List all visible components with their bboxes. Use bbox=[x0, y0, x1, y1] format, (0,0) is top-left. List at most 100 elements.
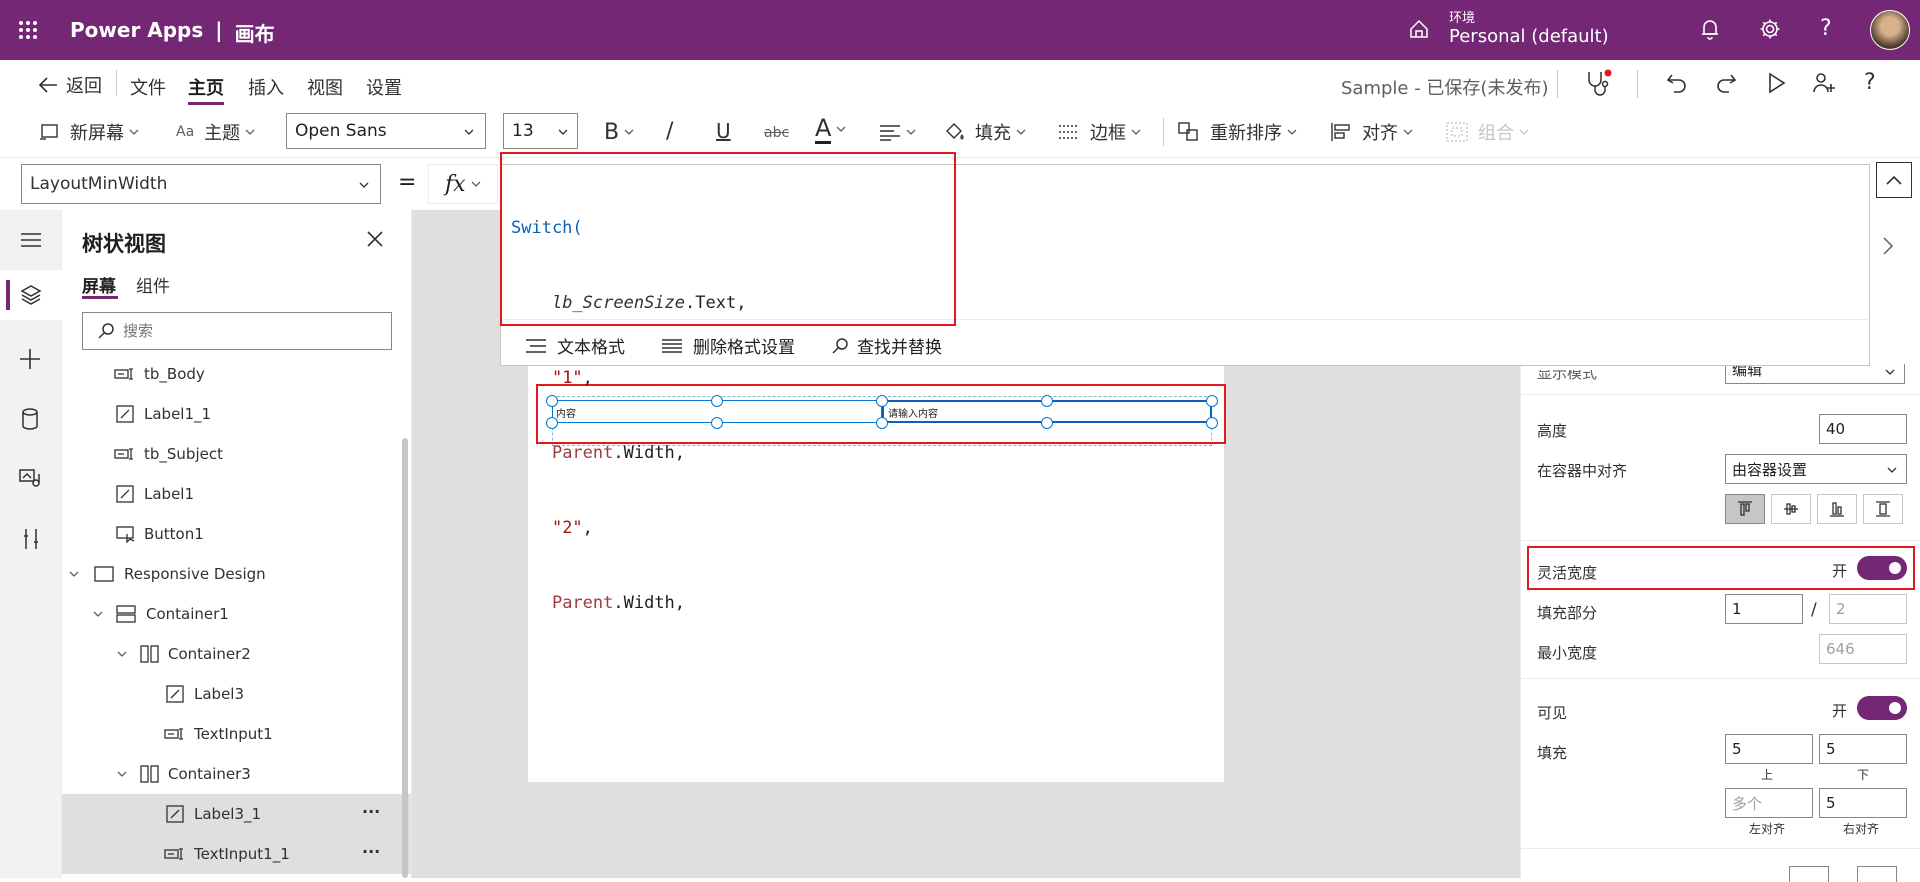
font-color-button[interactable]: A bbox=[815, 114, 847, 144]
rail-tree-view[interactable] bbox=[0, 270, 62, 320]
environment-picker[interactable]: 环境 Personal (default) bbox=[1449, 7, 1609, 47]
property-select[interactable]: LayoutMinWidth bbox=[21, 164, 381, 204]
group-label: 组合 bbox=[1478, 123, 1514, 144]
border-button[interactable]: 边框 bbox=[1058, 117, 1142, 147]
tree-item-label1-1[interactable]: Label1_1 bbox=[62, 394, 411, 434]
menu-settings[interactable]: 设置 bbox=[366, 74, 402, 100]
padding-left-input[interactable]: 多个 bbox=[1725, 788, 1813, 818]
app-launcher-icon[interactable] bbox=[18, 20, 38, 40]
menu-home[interactable]: 主页 bbox=[188, 74, 224, 100]
collapse-formula-button[interactable] bbox=[1876, 162, 1912, 198]
height-input[interactable]: 40 bbox=[1819, 414, 1907, 444]
tools-icon[interactable] bbox=[21, 528, 41, 550]
chevron-down-icon bbox=[69, 571, 79, 577]
back-button[interactable]: 返回 bbox=[38, 72, 102, 98]
tree-item-button1[interactable]: Button1 bbox=[62, 514, 411, 554]
align-middle-icon bbox=[1784, 503, 1798, 515]
undo-icon[interactable] bbox=[1666, 72, 1688, 94]
redo-icon[interactable] bbox=[1715, 72, 1737, 94]
align-button[interactable]: 对齐 bbox=[1330, 117, 1414, 147]
chevron-down-icon bbox=[1287, 129, 1297, 135]
find-replace-button[interactable]: 查找并替换 bbox=[831, 333, 942, 358]
chevron-down-icon bbox=[1131, 129, 1141, 135]
tree-item-responsive-design[interactable]: Responsive Design bbox=[62, 554, 411, 594]
code-token: Parent bbox=[551, 593, 614, 613]
theme-button[interactable]: Aa 主题 bbox=[176, 117, 256, 147]
tree-item-container1[interactable]: Container1 bbox=[62, 594, 411, 634]
bold-button[interactable]: B bbox=[604, 117, 635, 147]
align-stretch-button[interactable] bbox=[1863, 494, 1903, 524]
tree-search[interactable] bbox=[82, 312, 392, 350]
divider bbox=[1521, 540, 1920, 541]
code-token: "1" bbox=[551, 368, 583, 388]
text-align-button[interactable] bbox=[879, 117, 917, 147]
close-icon[interactable] bbox=[366, 230, 384, 248]
database-icon[interactable] bbox=[21, 408, 39, 430]
partial-button[interactable] bbox=[1857, 866, 1897, 882]
media-icon[interactable] bbox=[19, 468, 41, 488]
hamburger-icon[interactable] bbox=[20, 232, 42, 248]
align-top-button[interactable] bbox=[1725, 494, 1765, 524]
tree-item-textinput1-1[interactable]: TextInput1_1 ··· bbox=[62, 834, 411, 874]
padding-bottom-input[interactable]: 5 bbox=[1819, 734, 1907, 764]
align-middle-button[interactable] bbox=[1771, 494, 1811, 524]
theme-icon: Aa bbox=[176, 124, 195, 140]
reorder-button[interactable]: 重新排序 bbox=[1178, 117, 1298, 147]
divider bbox=[1637, 70, 1638, 98]
code-token: .Width, bbox=[613, 593, 686, 613]
visible-label: 可见 bbox=[1537, 704, 1568, 722]
tree-item-label3[interactable]: Label3 bbox=[62, 674, 411, 714]
help-icon[interactable]: ? bbox=[1820, 16, 1832, 41]
font-size-select[interactable]: 13 bbox=[503, 113, 578, 149]
more-options-icon[interactable]: ··· bbox=[362, 842, 380, 861]
app-checker-icon[interactable] bbox=[1584, 68, 1614, 98]
tree-item-label: Responsive Design bbox=[124, 565, 266, 583]
tree-item-tb-subject[interactable]: tb_Subject bbox=[62, 434, 411, 474]
font-select[interactable]: Open Sans bbox=[286, 113, 486, 149]
border-label: 边框 bbox=[1090, 123, 1126, 144]
bell-icon[interactable] bbox=[1700, 18, 1720, 40]
tree-search-input[interactable] bbox=[123, 322, 383, 340]
menu-file[interactable]: 文件 bbox=[130, 74, 166, 100]
text-format-button[interactable]: 文本格式 bbox=[525, 333, 625, 358]
play-icon[interactable] bbox=[1766, 72, 1786, 94]
fill-button[interactable]: 填充 bbox=[943, 117, 1027, 147]
back-label: 返回 bbox=[66, 76, 102, 97]
share-icon[interactable] bbox=[1812, 72, 1836, 94]
padding-top-input[interactable]: 5 bbox=[1725, 734, 1813, 764]
remove-format-button[interactable]: 删除格式设置 bbox=[661, 333, 795, 358]
app-mode: 画布 bbox=[234, 22, 275, 46]
plus-icon[interactable] bbox=[19, 348, 41, 370]
align-in-container-select[interactable]: 由容器设置 bbox=[1725, 454, 1907, 484]
environment-icon bbox=[1408, 18, 1430, 40]
tree-item-container3[interactable]: Container3 bbox=[62, 754, 411, 794]
underline-button[interactable]: U bbox=[716, 116, 731, 146]
fill-portions-input[interactable]: 1 bbox=[1725, 594, 1803, 624]
avatar[interactable] bbox=[1870, 10, 1910, 50]
italic-button[interactable]: / bbox=[666, 116, 673, 146]
menu-insert[interactable]: 插入 bbox=[248, 74, 284, 100]
strikethrough-button[interactable]: abc bbox=[764, 118, 789, 148]
tree-item-tb-body[interactable]: tb_Body bbox=[62, 354, 411, 394]
tree-item-label3-1[interactable]: Label3_1 ··· bbox=[62, 794, 411, 834]
padding-right-input[interactable]: 5 bbox=[1819, 788, 1907, 818]
tree-scrollbar[interactable] bbox=[402, 438, 408, 878]
group-button[interactable]: 组合 bbox=[1446, 117, 1530, 147]
vertical-container-icon bbox=[116, 605, 136, 623]
partial-button[interactable] bbox=[1789, 866, 1829, 882]
align-bottom-button[interactable] bbox=[1817, 494, 1857, 524]
layers-icon bbox=[20, 284, 42, 306]
gear-icon[interactable] bbox=[1759, 18, 1781, 40]
visible-toggle[interactable] bbox=[1857, 696, 1907, 720]
tree-item-label1[interactable]: Label1 bbox=[62, 474, 411, 514]
fx-button[interactable]: fx bbox=[428, 164, 498, 204]
tree-item-textinput1[interactable]: TextInput1 bbox=[62, 714, 411, 754]
menu-view[interactable]: 视图 bbox=[307, 74, 343, 100]
more-options-icon[interactable]: ··· bbox=[362, 802, 380, 821]
tab-screens[interactable]: 屏幕 bbox=[82, 272, 116, 297]
new-screen-button[interactable]: 新屏幕 bbox=[40, 117, 140, 147]
tab-components[interactable]: 组件 bbox=[136, 272, 170, 297]
help-icon[interactable]: ? bbox=[1864, 70, 1876, 95]
tree-item-container2[interactable]: Container2 bbox=[62, 634, 411, 674]
chevron-right-icon[interactable] bbox=[1882, 236, 1894, 256]
